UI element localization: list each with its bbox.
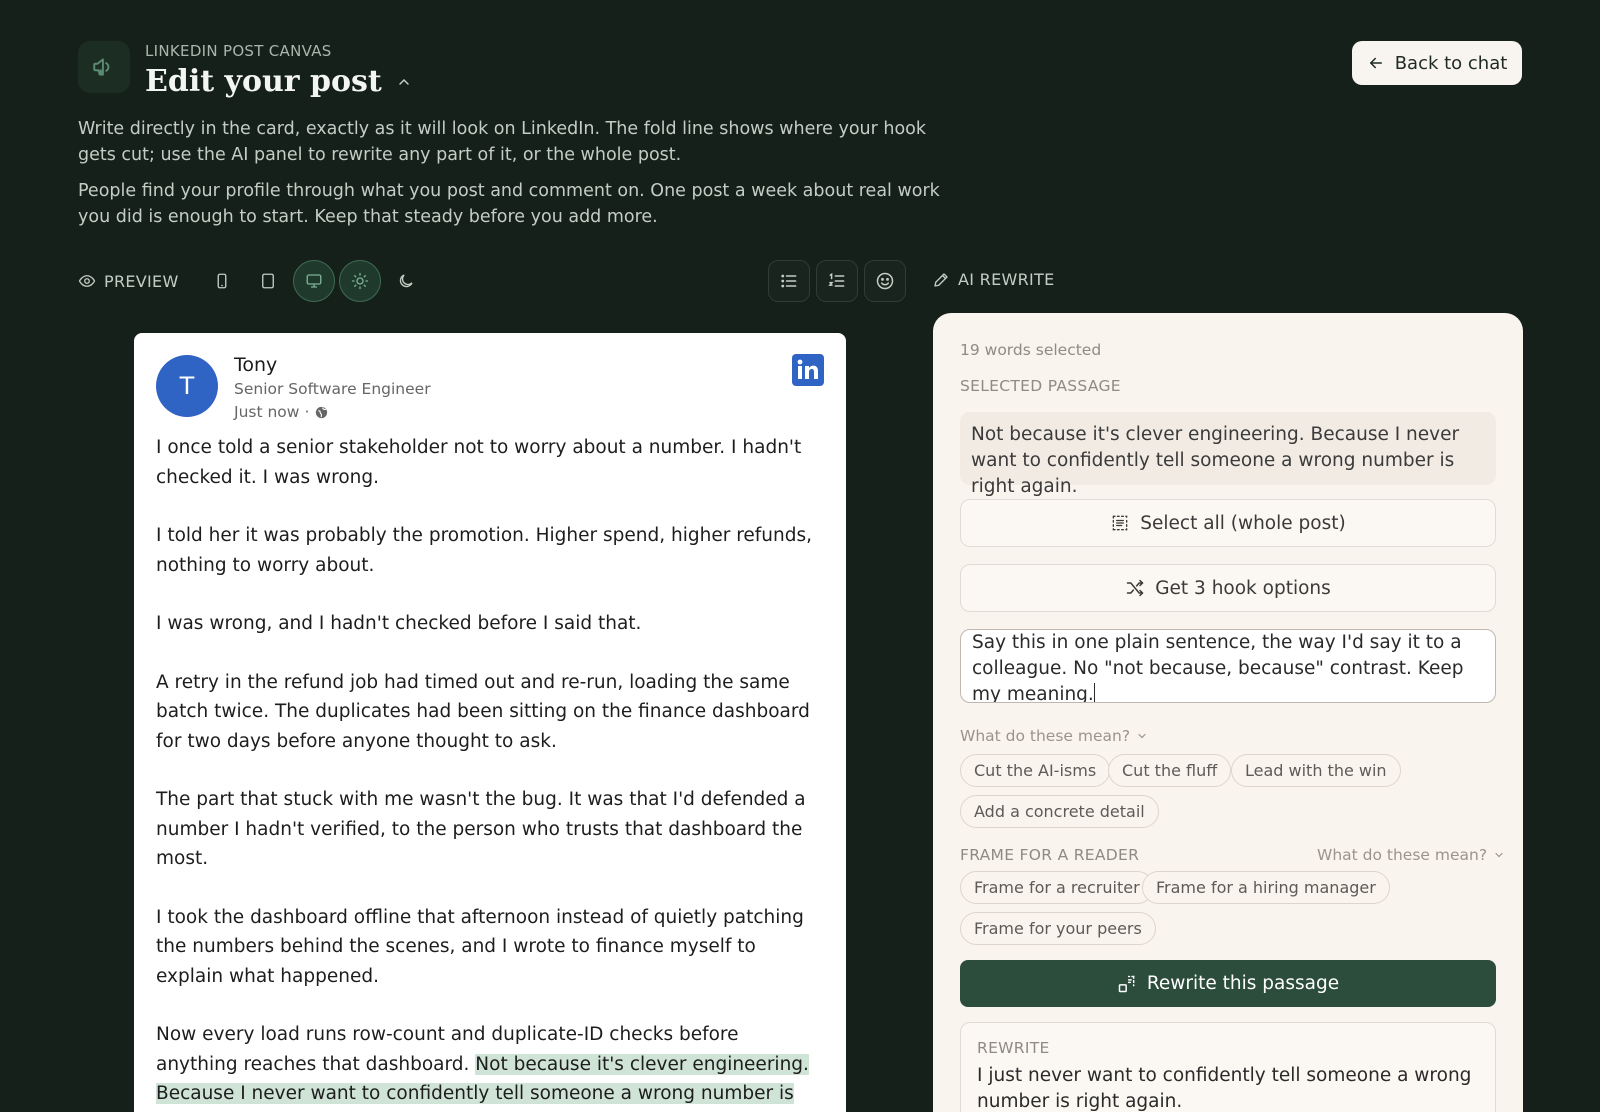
back-to-chat-button[interactable]: Back to chat [1352,41,1522,85]
rewrite-instruction-input[interactable]: Say this in one plain sentence, the way … [960,629,1496,703]
light-theme-button[interactable] [338,260,381,302]
page-description-secondary: People find your profile through what yo… [78,181,940,227]
post-paragraph[interactable]: I was wrong, and I hadn't checked before… [156,609,822,639]
selected-passage-label: SELECTED PASSAGE [960,377,1121,395]
numbered-list-button[interactable] [816,260,858,302]
frame-help-label: What do these mean? [1317,846,1488,864]
pencil-icon [934,272,948,287]
page-description: Write directly in the card, exactly as i… [78,119,927,165]
what-do-these-mean-toggle[interactable]: What do these mean? [960,727,1148,745]
author-name: Tony [234,354,278,376]
preview-label-text: PREVIEW [104,271,179,291]
back-to-chat-label: Back to chat [1394,52,1508,74]
tablet-icon [261,273,274,289]
moon-icon [399,274,413,288]
post-paragraph[interactable]: I told her it was probably the promotion… [156,521,822,580]
text-caret [1093,683,1096,702]
page-eyebrow: LINKEDIN POST CANVAS [145,42,332,60]
post-paragraph[interactable]: A retry in the refund job had timed out … [156,668,822,757]
post-time-text: Just now [234,403,300,421]
author-role: Senior Software Engineer [234,380,431,398]
chip-add-concrete-detail[interactable]: Add a concrete detail [960,795,1159,828]
selected-passage: Not because it's clever engineering. Bec… [960,412,1496,497]
ai-rewrite-label-text: AI REWRITE [958,270,1055,289]
rewrite-instruction-text: Say this in one plain sentence, the way … [972,632,1464,703]
post-body-editor[interactable]: I once told a senior stakeholder not to … [156,433,822,1112]
phone-icon [217,273,227,289]
rewrite-passage-button[interactable]: Rewrite this passage [960,960,1496,1007]
post-paragraph[interactable]: I once told a senior stakeholder not to … [156,433,822,492]
chip-frame-hiring-manager[interactable]: Frame for a hiring manager [1142,871,1390,904]
chevron-down-icon [1138,733,1146,739]
post-paragraph[interactable]: The part that stuck with me wasn't the b… [156,785,822,874]
mobile-view-button[interactable] [201,260,243,302]
preview-toolbar: PREVIEW [78,260,431,302]
globe-icon [316,406,328,418]
words-selected-count: 19 words selected [960,341,1102,359]
post-time: Just now · [234,403,329,421]
post-paragraph-last[interactable]: Now every load runs row-count and duplic… [156,1020,822,1112]
rewrite-passage-label: Rewrite this passage [1146,973,1340,994]
select-all-label: Select all (whole post) [1140,512,1346,534]
desktop-view-button[interactable] [292,260,335,302]
avatar: T [156,355,218,417]
format-toolbar [768,260,906,302]
hook-options-button[interactable]: Get 3 hook options [960,564,1496,612]
hook-options-label: Get 3 hook options [1155,577,1331,599]
linkedin-post-card: T Tony Senior Software Engineer Just now… [134,333,846,1112]
eye-icon [78,275,96,287]
post-time-separator: · [304,403,310,421]
chip-lead-with-win[interactable]: Lead with the win [1231,754,1401,787]
chevron-up-icon[interactable] [396,74,412,90]
emoji-button[interactable] [864,260,906,302]
bullet-list-button[interactable] [768,260,810,302]
preview-label: PREVIEW [78,272,179,291]
chip-cut-fluff[interactable]: Cut the fluff [1108,754,1232,787]
rewrite-selection-icon [1118,975,1135,992]
chip-frame-peers[interactable]: Frame for your peers [960,912,1156,945]
select-all-button[interactable]: Select all (whole post) [960,499,1496,547]
tablet-view-button[interactable] [247,260,289,302]
chip-cut-ai-isms[interactable]: Cut the AI-isms [960,754,1111,787]
ai-rewrite-panel: 19 words selected SELECTED PASSAGE Not b… [933,313,1523,1112]
monitor-icon [306,274,322,288]
page-title: Edit your post [145,64,412,99]
linkedin-logo-icon [792,354,824,386]
chevron-down-icon [1495,852,1503,858]
dark-theme-button[interactable] [385,260,427,302]
numbered-list-icon [828,272,845,287]
bullet-list-icon [781,274,797,288]
help-label: What do these mean? [960,727,1131,745]
ai-rewrite-label: AI REWRITE [932,270,1055,289]
megaphone-icon [78,41,130,93]
arrow-left-icon [1369,57,1382,69]
select-all-icon [1112,515,1128,531]
frame-for-reader-label: FRAME FOR A READER [960,846,1140,864]
smiley-icon [876,272,894,290]
post-paragraph[interactable]: I took the dashboard offline that aftern… [156,903,822,992]
rewrite-result-text[interactable]: I just never want to confidently tell so… [977,1063,1477,1112]
shuffle-icon [1126,579,1144,597]
rewrite-result: REWRITE I just never want to confidently… [960,1022,1496,1112]
rewrite-result-label: REWRITE [977,1039,1050,1057]
sun-icon [351,272,368,290]
page-title-text: Edit your post [145,64,382,99]
frame-help-toggle[interactable]: What do these mean? [1317,846,1505,864]
chip-frame-recruiter[interactable]: Frame for a recruiter [960,871,1154,904]
